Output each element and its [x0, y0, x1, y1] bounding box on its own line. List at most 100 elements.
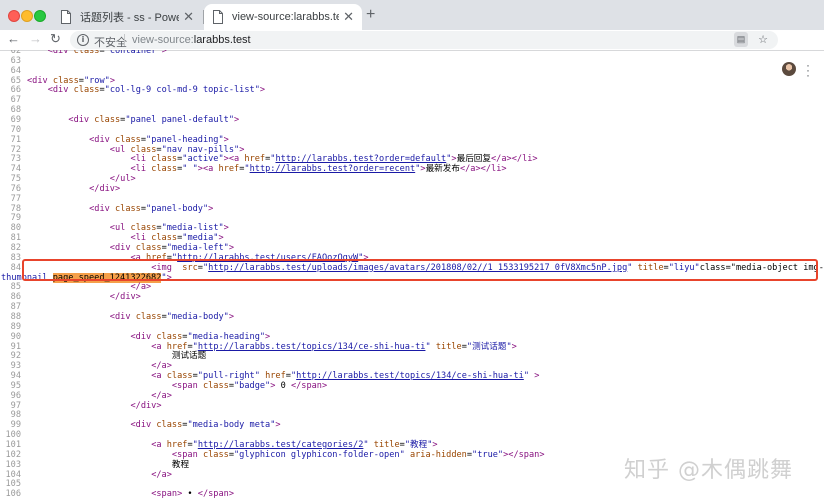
- line-number: 81: [10, 233, 21, 244]
- arrow-left-icon[interactable]: ←: [7, 31, 20, 46]
- line-number: 92: [10, 351, 21, 362]
- line-code: <div class="col-lg-9 col-md-9 topic-list…: [47, 85, 266, 96]
- toolbar: ← → ↻ i 不安全 view-source:larabbs.test ▤ ☆…: [0, 30, 824, 81]
- line-number: 100: [5, 430, 21, 441]
- line-code: <li class=" "><a href="http://larabbs.te…: [130, 164, 507, 175]
- line-code: 教程: [27, 459, 190, 470]
- url-text[interactable]: view-source:larabbs.test: [132, 34, 251, 46]
- line-number: 66: [10, 85, 21, 96]
- line-number: 106: [5, 489, 21, 500]
- star-icon[interactable]: ☆: [756, 33, 770, 47]
- window-close-button[interactable]: [8, 10, 20, 22]
- line-number: 93: [10, 361, 21, 372]
- line-number: 83: [10, 252, 21, 263]
- line-code: </a>: [151, 361, 172, 372]
- line-code: <div class="container">: [47, 50, 167, 56]
- line-code: <ul class="media-list">: [109, 223, 229, 234]
- line-code: <li class="active"><a href="http://larab…: [130, 154, 538, 165]
- address-bar[interactable]: i 不安全 view-source:larabbs.test ▤ ☆: [70, 31, 778, 49]
- line-number: 75: [10, 174, 21, 185]
- divider: [124, 34, 125, 46]
- tab-view-source[interactable]: view-source:larabbs.test ✕: [204, 4, 362, 30]
- line-number: 73: [10, 154, 21, 165]
- line-number: 84: [10, 262, 21, 273]
- line-number: 74: [10, 164, 21, 175]
- line-number: 90: [10, 331, 21, 342]
- line-code: 测试话题: [27, 351, 207, 362]
- line-number: 105: [5, 479, 21, 490]
- line-number: 103: [5, 459, 21, 470]
- line-code: <span> • </span>: [151, 489, 235, 500]
- line-code: <a href="http://larabbs.test/categories/…: [151, 440, 438, 450]
- line-code: <div class="panel-body">: [89, 203, 214, 214]
- line-number: 89: [10, 321, 21, 332]
- line-number: 77: [10, 193, 21, 204]
- line-code: <a href="http://larabbs.test/topics/134/…: [151, 341, 517, 352]
- line-code: </div>: [109, 292, 141, 303]
- line-code: <a class="pull-right" href="http://larab…: [151, 371, 540, 382]
- line-number: 91: [10, 341, 21, 352]
- new-tab-button[interactable]: +: [366, 6, 375, 24]
- line-code: <div class="media-left">: [109, 243, 235, 253]
- line-number: 71: [10, 134, 21, 145]
- tab-topic-list[interactable]: 话题列表 - ss - Powered by La ✕: [52, 4, 202, 30]
- line-code: <div class="row">: [27, 75, 116, 86]
- line-code: </div>: [89, 183, 121, 194]
- line-number: 68: [10, 105, 21, 116]
- security-status[interactable]: 不安全: [94, 34, 127, 50]
- line-code: <div class="media-body meta">: [130, 420, 281, 431]
- line-number: 88: [10, 311, 21, 322]
- url-host: larabbs.test: [193, 34, 251, 46]
- line-number: 101: [5, 440, 21, 450]
- line-number: 67: [10, 95, 21, 106]
- line-number: 80: [10, 223, 21, 234]
- line-number: 64: [10, 65, 21, 76]
- tab-strip: 话题列表 - ss - Powered by La ✕ view-source:…: [0, 0, 824, 30]
- line-code: <div class="media-body">: [109, 311, 235, 322]
- line-code: <div class="panel panel-default">: [68, 114, 240, 125]
- watermark: 知乎 @木偶跳舞: [624, 458, 793, 483]
- line-code: </div>: [130, 400, 162, 411]
- line-number: 65: [10, 75, 21, 86]
- line-code: </a>: [130, 282, 152, 293]
- line-number: 78: [10, 203, 21, 214]
- line-number: 99: [10, 420, 21, 431]
- document-icon: [213, 10, 223, 24]
- line-number: 86: [10, 292, 21, 303]
- line-code: </a>: [151, 390, 172, 401]
- line-code: </ul>: [109, 174, 136, 185]
- line-number: 79: [10, 213, 21, 224]
- line-code: <span class="badge"> 0 </span>: [171, 380, 328, 391]
- reload-icon[interactable]: ↻: [50, 31, 61, 47]
- line-code: <li class="media">: [130, 233, 224, 244]
- close-icon[interactable]: ✕: [343, 9, 354, 25]
- line-number: 102: [5, 449, 21, 460]
- close-icon[interactable]: ✕: [183, 9, 194, 25]
- tab-title: view-source:larabbs.test: [232, 11, 340, 23]
- highlight-box: [22, 259, 818, 281]
- line-number: 63: [10, 55, 21, 66]
- line-number: 69: [10, 114, 21, 125]
- line-number: 85: [10, 282, 21, 293]
- line-code: <div class="panel-heading">: [89, 134, 229, 145]
- line-number: 104: [5, 469, 21, 480]
- line-code: </a>: [151, 469, 172, 480]
- page-icon[interactable]: ▤: [734, 32, 748, 47]
- line-code: <span class="glyphicon glyphicon-folder-…: [171, 449, 545, 460]
- line-number: 87: [10, 302, 21, 313]
- line-code: <div class="media-heading">: [130, 331, 271, 342]
- line-number: 97: [10, 400, 21, 411]
- document-icon: [61, 10, 71, 24]
- line-number: 95: [10, 380, 21, 391]
- line-number: 94: [10, 371, 21, 382]
- line-number: 72: [10, 144, 21, 155]
- window-maximize-button[interactable]: [34, 10, 46, 22]
- line-code: <ul class="nav nav-pills">: [109, 144, 245, 155]
- line-number: 98: [10, 410, 21, 421]
- line-number: 76: [10, 183, 21, 194]
- url-scheme: view-source:: [132, 34, 194, 46]
- info-icon[interactable]: i: [77, 34, 89, 46]
- window-minimize-button[interactable]: [21, 10, 33, 22]
- tab-title: 话题列表 - ss - Powered by La: [80, 12, 180, 24]
- arrow-right-icon[interactable]: →: [29, 31, 42, 46]
